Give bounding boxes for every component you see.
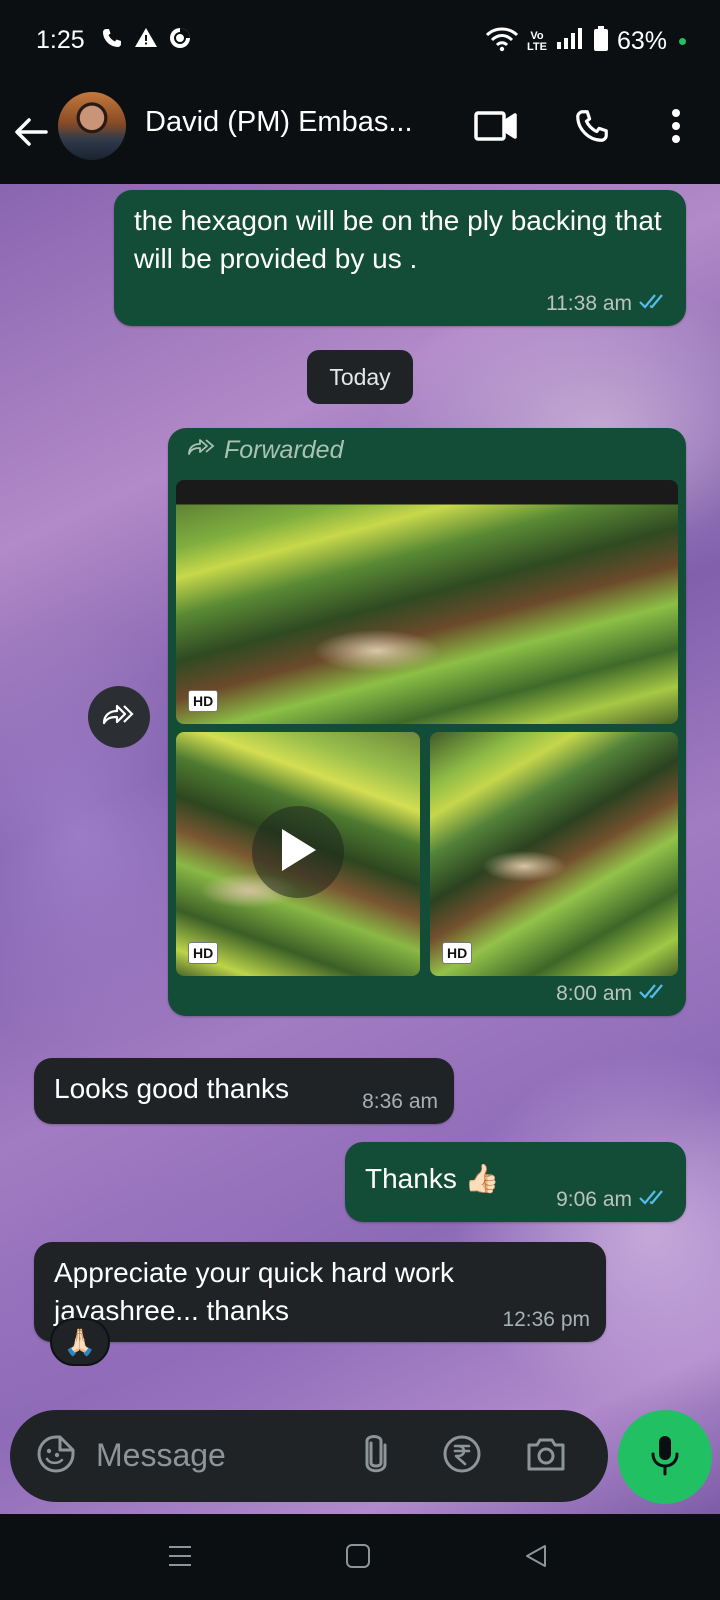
read-ticks-icon — [638, 292, 670, 316]
contact-avatar[interactable] — [58, 92, 126, 160]
status-bar: 1:25 Vo LTE 63% — [0, 0, 720, 84]
message-text: Thanks 👍🏻 — [365, 1163, 500, 1194]
battery-icon — [593, 26, 609, 57]
payment-button[interactable] — [438, 1432, 486, 1480]
play-icon — [278, 827, 318, 878]
vpn-icon — [168, 26, 192, 55]
message-meta: 12:36 pm — [502, 1308, 590, 1332]
volte-label: Vo LTE — [526, 30, 547, 53]
forwarded-label: Forwarded — [186, 436, 344, 465]
message-composer — [10, 1410, 608, 1502]
hd-badge: HD — [188, 690, 219, 712]
back-arrow-icon — [14, 117, 48, 152]
message-meta: 8:00 am — [556, 982, 670, 1006]
forwarded-text: Forwarded — [224, 436, 344, 464]
phone-icon — [100, 26, 124, 55]
media-image[interactable]: HD — [430, 732, 678, 976]
play-button[interactable] — [252, 806, 344, 898]
message-bubble-outgoing[interactable]: the hexagon will be on the ply backing t… — [114, 190, 686, 326]
message-bubble-outgoing[interactable]: Thanks 👍🏻 9:06 am — [345, 1142, 686, 1222]
voice-message-button[interactable] — [618, 1410, 712, 1504]
contact-name[interactable]: David (PM) Embas... — [145, 106, 413, 139]
message-text: Looks good thanks — [54, 1073, 290, 1104]
system-navigation-bar — [0, 1514, 720, 1600]
message-bubble-media[interactable]: Forwarded HD HD HD 8:00 am — [168, 428, 686, 1016]
message-bubble-incoming[interactable]: Appreciate your quick hard work jayashre… — [34, 1242, 606, 1342]
camera-icon — [525, 1435, 567, 1478]
sticker-icon — [36, 1434, 76, 1479]
volte-bottom: LTE — [526, 40, 547, 53]
more-options-button[interactable] — [654, 106, 698, 150]
home-square-icon — [345, 1543, 371, 1574]
message-time: 11:38 am — [546, 292, 632, 315]
recent-apps-button[interactable] — [158, 1536, 202, 1580]
mic-icon — [650, 1434, 680, 1481]
message-time: 8:36 am — [362, 1090, 438, 1113]
voice-call-button[interactable] — [570, 106, 614, 150]
voice-call-icon — [573, 107, 611, 150]
battery-percent: 63% — [616, 27, 667, 55]
message-meta: 8:36 am — [362, 1090, 438, 1114]
attach-icon — [363, 1433, 389, 1480]
attach-button[interactable] — [352, 1432, 400, 1480]
read-ticks-icon — [638, 982, 670, 1006]
hd-badge: HD — [442, 942, 473, 964]
forward-button[interactable] — [88, 686, 150, 748]
hd-badge: HD — [188, 942, 219, 964]
wifi-icon — [485, 26, 519, 57]
media-image[interactable]: HD — [176, 480, 678, 724]
message-input[interactable] — [96, 1430, 336, 1480]
message-meta: 11:38 am — [546, 292, 670, 316]
home-button[interactable] — [336, 1536, 380, 1580]
media-video[interactable]: HD — [176, 732, 420, 976]
status-left-icons — [100, 26, 192, 55]
message-meta: 9:06 am — [556, 1188, 670, 1212]
chat-header: David (PM) Embas... — [0, 84, 720, 184]
sticker-button[interactable] — [32, 1432, 80, 1480]
date-divider: Today — [307, 350, 413, 404]
message-bubble-incoming[interactable]: Looks good thanks 8:36 am — [34, 1058, 454, 1124]
signal-icon — [555, 27, 585, 56]
more-options-icon — [671, 108, 681, 149]
status-time: 1:25 — [36, 26, 85, 54]
forward-icon — [101, 703, 137, 732]
message-time: 12:36 pm — [502, 1308, 590, 1331]
rupee-payment-icon — [442, 1434, 482, 1479]
menu-lines-icon — [167, 1544, 193, 1573]
back-button[interactable] — [14, 110, 56, 158]
status-right-icons: Vo LTE 63% — [485, 26, 686, 57]
message-text: the hexagon will be on the ply backing t… — [134, 205, 662, 274]
read-ticks-icon — [638, 1188, 670, 1212]
video-call-icon — [474, 110, 518, 147]
camera-button[interactable] — [522, 1432, 570, 1480]
alert-icon — [134, 26, 158, 55]
message-reaction[interactable]: 🙏🏻 — [50, 1318, 110, 1366]
message-time: 8:00 am — [556, 982, 632, 1005]
video-call-button[interactable] — [474, 106, 518, 150]
message-time: 9:06 am — [556, 1188, 632, 1211]
privacy-dot — [679, 38, 686, 45]
message-text: Appreciate your quick hard work jayashre… — [54, 1257, 454, 1326]
chat-area[interactable]: the hexagon will be on the ply backing t… — [0, 184, 720, 1514]
back-nav-button[interactable] — [514, 1536, 558, 1580]
back-triangle-icon — [523, 1543, 549, 1574]
forwarded-icon — [186, 436, 216, 465]
